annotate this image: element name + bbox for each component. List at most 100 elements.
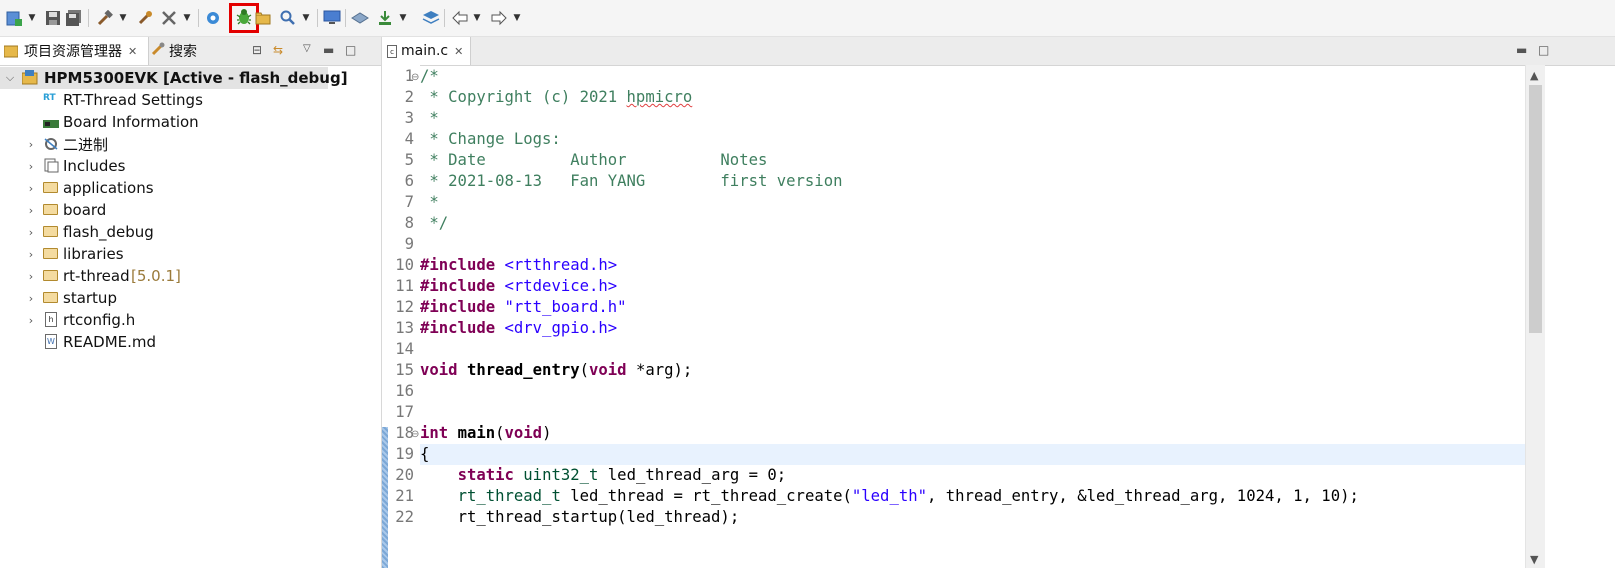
code-token: uint32_t bbox=[523, 466, 599, 484]
scrollbar-thumb[interactable] bbox=[1529, 85, 1542, 333]
close-icon[interactable]: ✕ bbox=[128, 45, 137, 58]
expand-arrow-icon[interactable]: › bbox=[25, 292, 37, 305]
tree-item-label: 二进制 bbox=[63, 135, 109, 154]
tree-item-label: flash_debug bbox=[63, 223, 154, 241]
code-token: "rtt_board.h" bbox=[504, 298, 627, 316]
tree-item[interactable]: › applications bbox=[0, 177, 381, 199]
tree-item[interactable]: › 二进制 bbox=[0, 133, 381, 155]
minimize-icon[interactable]: ▬ bbox=[323, 43, 334, 57]
expand-arrow-icon[interactable]: › bbox=[25, 248, 37, 261]
expand-arrow-icon[interactable]: › bbox=[25, 160, 37, 173]
back-icon[interactable] bbox=[450, 8, 470, 28]
tab-main-c[interactable]: c main.c ✕ bbox=[382, 37, 471, 65]
scroll-down-icon[interactable]: ▼ bbox=[1530, 553, 1538, 566]
code-line: * Change Logs: bbox=[420, 130, 561, 148]
save-all-icon[interactable] bbox=[64, 8, 84, 28]
fold-icon[interactable]: ⊖ bbox=[411, 72, 419, 83]
expand-arrow-icon[interactable]: › bbox=[25, 182, 37, 195]
tree-project-root[interactable]: ⌵ HPM5300EVK [Active - flash_debug] bbox=[0, 67, 348, 89]
forward-icon[interactable] bbox=[489, 8, 509, 28]
forward-dropdown-icon[interactable]: ▼ bbox=[512, 10, 522, 26]
tree-item[interactable]: RT RT-Thread Settings bbox=[0, 89, 381, 111]
left-tab-bar: 项目资源管理器 ✕ 搜索 ⊟ ⇆ ▽ ▬ □ bbox=[0, 37, 381, 66]
search-icon[interactable] bbox=[278, 8, 298, 28]
c-file-icon: c bbox=[387, 44, 397, 58]
line-number: 19 bbox=[395, 445, 414, 463]
tree-item-label: rt-thread bbox=[63, 267, 130, 285]
expand-arrow-icon[interactable]: › bbox=[25, 138, 37, 151]
build-dropdown-icon[interactable]: ▼ bbox=[118, 10, 128, 26]
tree-item[interactable]: › flash_debug bbox=[0, 221, 381, 243]
expand-arrow-icon[interactable]: ⌵ bbox=[4, 71, 16, 85]
tree-item[interactable]: › rt-thread [5.0.1] bbox=[0, 265, 381, 287]
tree-item[interactable]: › libraries bbox=[0, 243, 381, 265]
view-menu-icon[interactable]: ▽ bbox=[303, 43, 311, 54]
code-text-area[interactable]: /* * Copyright (c) 2021 hpmicro * * Chan… bbox=[420, 65, 1525, 568]
editor-maximize-icon[interactable]: □ bbox=[1538, 43, 1549, 57]
tools-icon[interactable] bbox=[159, 8, 179, 28]
download-dropdown-icon[interactable]: ▼ bbox=[398, 10, 408, 26]
code-token: #include bbox=[420, 256, 496, 274]
project-icon bbox=[21, 70, 38, 85]
search-dropdown-icon[interactable]: ▼ bbox=[301, 10, 311, 26]
tab-search[interactable]: 搜索 bbox=[151, 37, 231, 65]
vertical-scrollbar[interactable]: ▲ ▼ bbox=[1525, 65, 1545, 568]
line-number: 16 bbox=[395, 382, 414, 400]
build-icon[interactable] bbox=[95, 8, 115, 28]
open-folder-icon[interactable] bbox=[254, 8, 274, 28]
download-icon[interactable] bbox=[375, 8, 395, 28]
screen-icon[interactable] bbox=[322, 8, 342, 28]
layers-icon[interactable] bbox=[421, 8, 441, 28]
tree-item[interactable]: › Includes bbox=[0, 155, 381, 177]
document-file-icon: W bbox=[45, 334, 57, 349]
new-dropdown-icon[interactable]: ▼ bbox=[27, 10, 37, 26]
editor-minimize-icon[interactable]: ▬ bbox=[1516, 43, 1527, 57]
code-token: ( bbox=[579, 361, 590, 379]
board-icon bbox=[43, 116, 59, 130]
scroll-up-icon[interactable]: ▲ bbox=[1530, 69, 1538, 82]
tools-dropdown-icon[interactable]: ▼ bbox=[182, 10, 192, 26]
expand-arrow-icon[interactable]: › bbox=[25, 314, 37, 327]
code-token: int bbox=[420, 424, 449, 442]
tree-item[interactable]: › h rtconfig.h bbox=[0, 309, 381, 331]
tree-item[interactable]: › board bbox=[0, 199, 381, 221]
expand-arrow-icon[interactable]: › bbox=[25, 226, 37, 239]
code-line: */ bbox=[420, 214, 449, 232]
code-token: <drv_gpio.h> bbox=[504, 319, 618, 337]
project-explorer-icon bbox=[3, 44, 20, 58]
save-icon[interactable] bbox=[43, 8, 63, 28]
code-line: * 2021-08-13 Fan YANG first version bbox=[420, 172, 843, 190]
maximize-icon[interactable]: □ bbox=[345, 43, 356, 57]
tree-item-label: board bbox=[63, 201, 107, 219]
line-number: 13 bbox=[395, 319, 414, 337]
close-icon[interactable]: ✕ bbox=[454, 45, 463, 58]
settings-icon[interactable] bbox=[203, 8, 223, 28]
tree-item[interactable]: W README.md bbox=[0, 331, 381, 353]
expand-arrow-icon[interactable]: › bbox=[25, 204, 37, 217]
link-editor-icon[interactable]: ⇆ bbox=[273, 43, 283, 57]
build-settings-icon[interactable] bbox=[135, 8, 155, 28]
binaries-icon bbox=[43, 136, 59, 150]
code-line: /* bbox=[420, 67, 439, 85]
editor-tab-label: main.c bbox=[401, 43, 449, 59]
folder-icon bbox=[43, 292, 58, 303]
expand-arrow-icon[interactable]: › bbox=[25, 270, 37, 283]
tree-item-label: Board Information bbox=[63, 113, 199, 131]
code-token: ) bbox=[542, 424, 552, 442]
tree-item-label: applications bbox=[63, 179, 154, 197]
tree-item[interactable]: › startup bbox=[0, 287, 381, 309]
fold-icon[interactable]: ⊖ bbox=[411, 429, 419, 440]
line-number: 22 bbox=[395, 508, 414, 526]
back-dropdown-icon[interactable]: ▼ bbox=[472, 10, 482, 26]
tree-item[interactable]: Board Information bbox=[0, 111, 381, 133]
code-line: static uint32_t led_thread_arg = 0; bbox=[420, 465, 1525, 486]
code-token: led_thread_arg = 0; bbox=[598, 466, 787, 484]
package-icon[interactable] bbox=[350, 8, 370, 28]
code-token: rt_thread_startup(led_thread); bbox=[457, 508, 740, 526]
tab-project-explorer[interactable]: 项目资源管理器 ✕ bbox=[0, 37, 149, 65]
code-token: #include bbox=[420, 298, 496, 316]
line-number: 18 bbox=[395, 424, 414, 442]
line-number: 2 bbox=[404, 88, 414, 106]
collapse-all-icon[interactable]: ⊟ bbox=[252, 43, 262, 57]
new-icon[interactable] bbox=[4, 8, 24, 28]
